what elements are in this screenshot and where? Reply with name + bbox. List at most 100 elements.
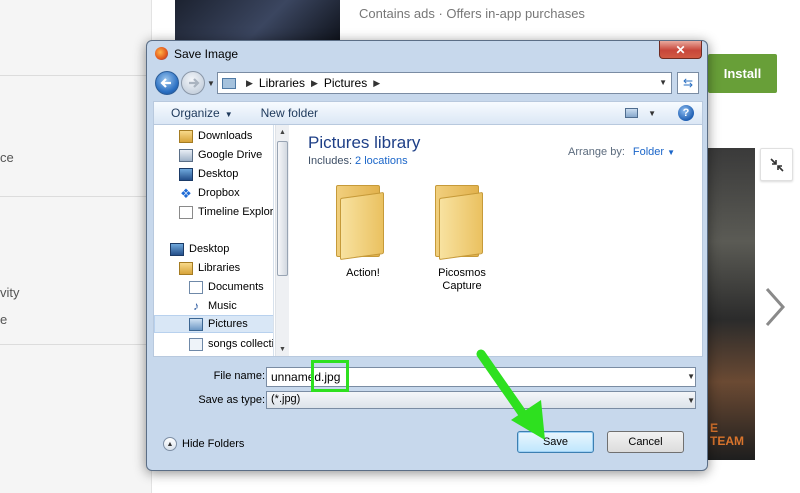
nav-item-timeline-explorer[interactable]: Timeline Explor	[154, 203, 273, 221]
new-folder-button[interactable]: New folder	[261, 106, 318, 120]
music-icon: ♪	[193, 298, 199, 313]
app-subtitle: Contains ads · Offers in-app purchases	[359, 6, 585, 21]
view-options-chevron-icon[interactable]: ▼	[648, 109, 656, 118]
file-name-dropdown-icon[interactable]: ▼	[687, 372, 695, 381]
file-name-label: File name:	[213, 370, 265, 382]
annotation-highlight-box	[311, 360, 349, 392]
nav-item-dropbox[interactable]: ❖ Dropbox	[154, 184, 273, 202]
change-view-icon[interactable]	[625, 108, 639, 118]
scroll-down-icon[interactable]: ▼	[276, 342, 289, 356]
screenshot-caption: E TEAM	[710, 421, 744, 448]
songs-icon	[189, 337, 203, 351]
nav-item-desktop[interactable]: Desktop	[154, 240, 273, 258]
folder-item[interactable]: Action!	[318, 179, 408, 299]
nav-item-label: Dropbox	[198, 187, 240, 199]
desktop-icon	[170, 242, 184, 256]
background-sidebar: ce vity e	[0, 0, 152, 493]
breadcrumb-pictures[interactable]: Pictures	[324, 76, 367, 90]
dropbox-icon: ❖	[180, 185, 192, 201]
sidebar-text[interactable]: ce	[0, 150, 14, 165]
breadcrumb-separator-icon[interactable]: ▶	[246, 78, 253, 89]
annotation-arrow-icon	[476, 349, 545, 440]
folder-label: Action!	[346, 267, 380, 279]
close-button[interactable]: ✕	[659, 41, 702, 59]
documents-icon	[189, 280, 203, 294]
folder-item[interactable]: Picosmos Capture	[417, 179, 507, 299]
nav-item-libraries[interactable]: Libraries	[154, 259, 273, 277]
breadcrumb-separator-icon[interactable]: ▶	[311, 78, 318, 89]
sidebar-divider	[0, 196, 151, 197]
address-bar[interactable]: ▶ Libraries ▶ Pictures ▶ ▼	[217, 72, 672, 94]
app-screenshot[interactable]: E TEAM	[706, 148, 755, 460]
hide-folders-label: Hide Folders	[182, 438, 245, 450]
sidebar-divider	[0, 75, 151, 76]
nav-item-label: Music	[208, 300, 237, 312]
arrange-by-dropdown[interactable]: Folder	[633, 146, 664, 158]
downloads-folder-icon	[179, 129, 193, 143]
folder-icon	[336, 185, 388, 261]
organize-menu[interactable]: Organize ▼	[171, 106, 233, 120]
nav-item-desktop-favorite[interactable]: Desktop	[154, 165, 273, 183]
nav-item-music[interactable]: ♪ Music	[154, 297, 273, 315]
address-dropdown-icon[interactable]: ▼	[659, 78, 667, 87]
sidebar-text[interactable]: e	[0, 312, 7, 327]
chevron-up-icon: ▲	[163, 437, 177, 451]
nav-item-label: Documents	[208, 281, 264, 293]
locations-link[interactable]: 2 locations	[355, 155, 408, 167]
save-type-label: Save as type:	[198, 394, 265, 406]
address-row: ▼ ▶ Libraries ▶ Pictures ▶ ▼ ⇆	[153, 70, 703, 96]
firefox-icon	[155, 47, 168, 60]
organize-label: Organize	[171, 106, 220, 120]
app-icon-image	[175, 0, 340, 40]
chevron-down-icon[interactable]: ▼	[667, 148, 675, 157]
nav-item-documents[interactable]: Documents	[154, 278, 273, 296]
breadcrumb-separator-icon[interactable]: ▶	[373, 78, 380, 89]
pictures-folder-icon	[222, 77, 236, 89]
pictures-icon	[189, 317, 203, 331]
nav-item-label: Desktop	[189, 243, 230, 255]
nav-item-pictures[interactable]: Pictures	[154, 315, 273, 333]
back-arrow-icon[interactable]	[155, 71, 179, 95]
libraries-icon	[179, 261, 193, 275]
scrollbar-thumb[interactable]	[277, 141, 288, 276]
navigation-scrollbar[interactable]: ▲ ▼	[275, 125, 289, 356]
nav-item-label: Desktop	[198, 168, 239, 180]
arrange-by: Arrange by: Folder ▼	[568, 146, 675, 158]
dialog-body: Downloads Google Drive Desktop ❖ Dropbox …	[153, 125, 703, 357]
nav-item-label: Downloads	[198, 130, 253, 142]
desktop-icon	[179, 167, 193, 181]
history-dropdown-icon[interactable]: ▼	[207, 79, 215, 88]
breadcrumb-libraries[interactable]: Libraries	[259, 76, 305, 90]
save-type-dropdown-icon[interactable]: ▼	[687, 396, 695, 405]
nav-item-google-drive[interactable]: Google Drive	[154, 146, 273, 164]
install-button[interactable]: Install	[708, 54, 777, 93]
arrange-label: Arrange by:	[568, 146, 625, 158]
dialog-titlebar[interactable]: Save Image ✕	[147, 41, 707, 65]
chevron-down-icon: ▼	[224, 110, 233, 119]
nav-item-label: Libraries	[198, 262, 241, 274]
nav-item-songs-collection[interactable]: songs collecti	[154, 335, 274, 353]
scroll-up-icon[interactable]: ▲	[276, 125, 289, 139]
library-includes: Includes: 2 locations	[308, 155, 408, 167]
file-list-pane[interactable]: Pictures library Includes: 2 locations Ar…	[290, 125, 703, 356]
sidebar-text[interactable]: vity	[0, 285, 20, 300]
nav-item-label: songs collecti	[208, 338, 274, 350]
file-name-row: File name: unnamed.jpg ▼	[147, 367, 709, 387]
navigation-pane: Downloads Google Drive Desktop ❖ Dropbox …	[154, 125, 274, 356]
nav-item-downloads[interactable]: Downloads	[154, 127, 273, 145]
hide-folders-button[interactable]: ▲ Hide Folders	[163, 437, 244, 451]
save-type-row: Save as type: (*.jpg) ▼	[147, 391, 709, 411]
next-screenshot-chevron-icon[interactable]	[763, 285, 787, 329]
includes-label: Includes:	[308, 155, 353, 167]
cancel-button[interactable]: Cancel	[607, 431, 684, 453]
folder-label: Picosmos Capture	[438, 267, 486, 292]
forward-arrow-icon[interactable]	[181, 71, 205, 95]
dialog-title: Save Image	[174, 47, 239, 61]
library-title: Pictures library	[308, 133, 421, 152]
refresh-icon[interactable]: ⇆	[677, 72, 699, 94]
collapse-icon[interactable]	[760, 148, 793, 181]
help-icon[interactable]: ?	[678, 105, 694, 121]
sidebar-divider	[0, 344, 151, 345]
dialog-toolbar: Organize ▼ New folder ▼ ?	[153, 101, 703, 125]
save-image-dialog: Save Image ✕ ▼ ▶ Libraries ▶ Pictures ▶ …	[146, 40, 708, 471]
